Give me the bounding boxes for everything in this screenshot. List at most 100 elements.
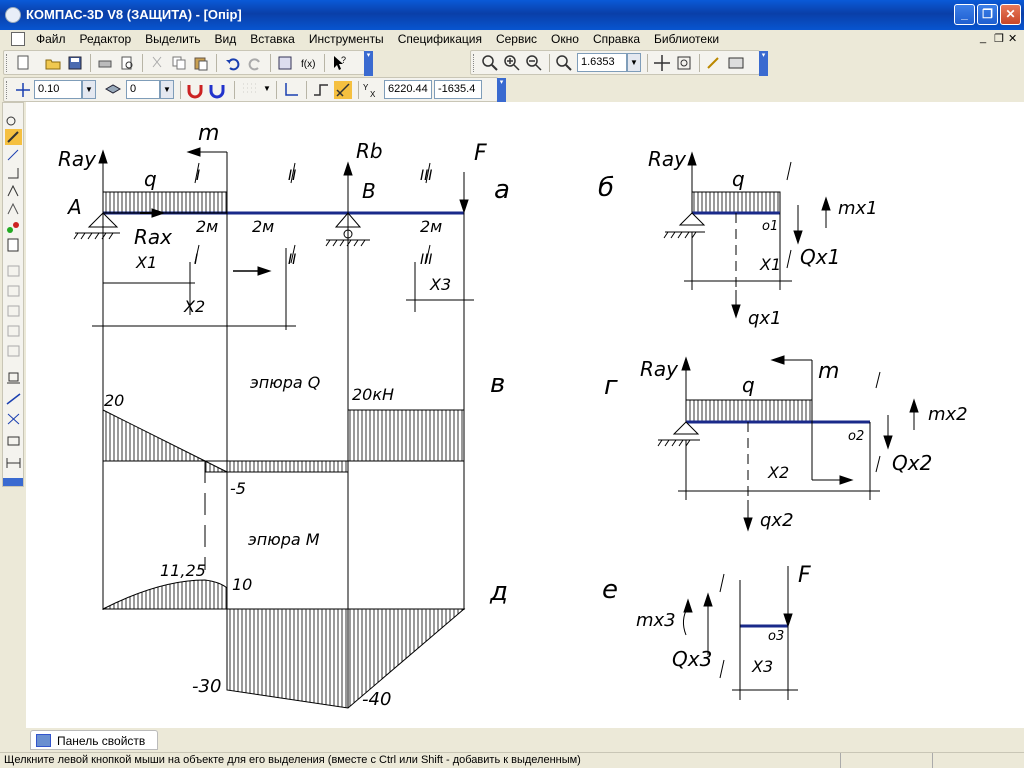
- step-input[interactable]: 0.10: [34, 80, 82, 99]
- menu-specification[interactable]: Спецификация: [398, 32, 482, 46]
- label-qx2-force: Qx2: [892, 451, 932, 475]
- designations-icon[interactable]: [5, 147, 22, 163]
- measure-icon[interactable]: [5, 201, 22, 217]
- layer-dropdown[interactable]: ▼: [160, 80, 174, 99]
- drawing-canvas[interactable]: Ray q m Rb F A B Rax I II III I II III 2…: [26, 102, 1024, 728]
- fx-variables-icon[interactable]: f(x): [300, 54, 318, 72]
- assoc-view-icon[interactable]: [5, 283, 22, 299]
- menu-edit[interactable]: Редактор: [80, 32, 132, 46]
- compact-toolbar: [2, 102, 24, 487]
- report-icon[interactable]: [5, 263, 22, 279]
- save-icon[interactable]: [66, 54, 84, 72]
- doc-close-button[interactable]: ✕: [1008, 32, 1017, 45]
- menu-help[interactable]: Справка: [593, 32, 640, 46]
- undo-icon[interactable]: [224, 54, 242, 72]
- macro-icon[interactable]: [5, 343, 22, 359]
- print-preview-icon[interactable]: [118, 54, 136, 72]
- paste-icon[interactable]: [192, 54, 210, 72]
- lib-icon[interactable]: [5, 323, 22, 339]
- step-dropdown[interactable]: ▼: [82, 80, 96, 99]
- help-pointer-icon[interactable]: ?: [330, 54, 348, 72]
- zoom-scale-icon[interactable]: [555, 54, 573, 72]
- label-section-1b: I: [194, 252, 198, 268]
- label-support-a: A: [66, 195, 82, 219]
- minimize-button[interactable]: _: [954, 4, 975, 25]
- menu-libraries[interactable]: Библиотеки: [654, 32, 719, 46]
- menu-window[interactable]: Окно: [551, 32, 579, 46]
- label-x1: X1: [135, 253, 157, 272]
- layer-input[interactable]: 0: [126, 80, 160, 99]
- properties-panel-label: Панель свойств: [57, 734, 146, 748]
- label-m: m: [198, 121, 219, 146]
- label-mx1: mx1: [838, 198, 878, 219]
- label-scheme-d: д: [489, 577, 508, 607]
- fit-all-icon[interactable]: [675, 54, 693, 72]
- dimension-line-icon[interactable]: [5, 455, 22, 471]
- label-qx1-force: Qx1: [800, 245, 840, 269]
- parametric-mode-icon[interactable]: [334, 81, 352, 99]
- view-icon[interactable]: [5, 433, 22, 449]
- redo-icon[interactable]: [246, 54, 264, 72]
- label-scheme-a: а: [494, 175, 510, 205]
- label-support-b: B: [362, 179, 376, 203]
- svg-text:f(x): f(x): [301, 59, 315, 70]
- close-button[interactable]: ✕: [1000, 4, 1021, 25]
- select-icon[interactable]: [5, 219, 22, 235]
- print-icon[interactable]: [96, 54, 114, 72]
- m-value-11-25: 11,25: [160, 561, 206, 580]
- status-message: Щелкните левой кнопкой мыши на объекте д…: [4, 754, 581, 766]
- grid-dropdown[interactable]: ▼: [260, 80, 274, 99]
- label-q-g: q: [742, 373, 755, 397]
- zoom-in-icon[interactable]: [503, 54, 521, 72]
- title-bar: КОМПАС-3D V8 (ЗАЩИТА) - [Опір] _ ❐ ✕: [0, 0, 1024, 30]
- label-o2: o2: [848, 429, 864, 444]
- document-icon[interactable]: [11, 32, 25, 46]
- point-icon[interactable]: [5, 411, 22, 427]
- doc-restore-button[interactable]: ❐: [994, 32, 1004, 45]
- snap-magnet-icon[interactable]: [186, 81, 204, 99]
- grid-icon[interactable]: [240, 81, 258, 99]
- step-cursor-icon[interactable]: [14, 81, 32, 99]
- menu-tools[interactable]: Инструменты: [309, 32, 384, 46]
- properties-panel-tab[interactable]: Панель свойств: [30, 730, 158, 750]
- refresh-icon[interactable]: [705, 54, 723, 72]
- menu-service[interactable]: Сервис: [496, 32, 537, 46]
- hatch-icon[interactable]: [5, 369, 22, 385]
- label-ray: Ray: [58, 147, 97, 171]
- local-cs-icon[interactable]: [282, 81, 300, 99]
- dimensions-icon[interactable]: [5, 129, 22, 145]
- pan-icon[interactable]: [653, 54, 671, 72]
- menu-select[interactable]: Выделить: [145, 32, 200, 46]
- beam-drawing[interactable]: Ray q m Rb F A B Rax I II III I II III 2…: [26, 102, 1024, 728]
- editing-icon[interactable]: [5, 165, 22, 181]
- spec-icon[interactable]: [5, 237, 22, 253]
- zoom-out-icon[interactable]: [525, 54, 543, 72]
- toolbar-grip[interactable]: [6, 54, 9, 72]
- layers-icon[interactable]: [104, 81, 122, 99]
- doc-minimize-button[interactable]: _: [980, 32, 986, 44]
- copy-icon[interactable]: [170, 54, 188, 72]
- geometry-icon[interactable]: [5, 111, 22, 127]
- cut-icon[interactable]: [148, 54, 166, 72]
- label-scheme-g: г: [604, 371, 618, 401]
- zoom-input[interactable]: 1.6353: [577, 53, 627, 72]
- bending-moment-diagram: [102, 579, 466, 709]
- local-snap-icon[interactable]: [208, 81, 226, 99]
- frag-icon[interactable]: [5, 303, 22, 319]
- ortho-icon[interactable]: [312, 81, 330, 99]
- line-icon[interactable]: [5, 391, 22, 407]
- label-ray-b: Ray: [648, 147, 687, 171]
- menu-file[interactable]: Файл: [36, 32, 66, 46]
- parametrization-icon[interactable]: [5, 183, 22, 199]
- coord-x-field[interactable]: 6220.44: [384, 80, 432, 99]
- menu-view[interactable]: Вид: [215, 32, 237, 46]
- coord-y-field[interactable]: -1635.4: [434, 80, 482, 99]
- new-document-icon[interactable]: [14, 54, 32, 72]
- menu-insert[interactable]: Вставка: [250, 32, 295, 46]
- maximize-button[interactable]: ❐: [977, 4, 998, 25]
- open-folder-icon[interactable]: [44, 54, 62, 72]
- display-icon[interactable]: [727, 54, 745, 72]
- zoom-dropdown[interactable]: ▼: [627, 53, 641, 72]
- zoom-window-icon[interactable]: [481, 54, 499, 72]
- manager-icon[interactable]: [276, 54, 294, 72]
